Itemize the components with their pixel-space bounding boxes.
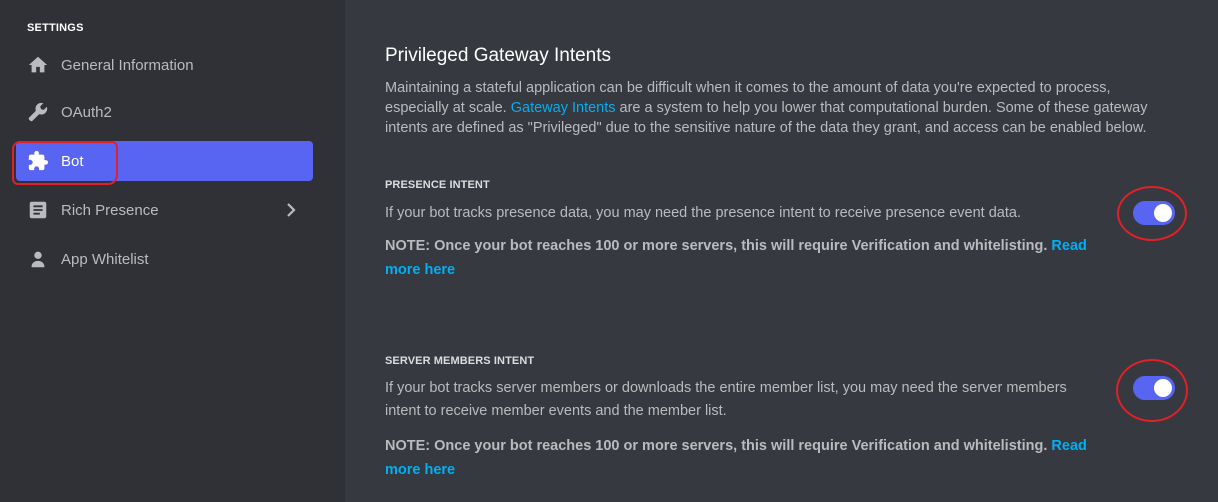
sidebar: SETTINGS General Information OAuth2 Bot …: [0, 0, 345, 502]
sidebar-item-label: General Information: [61, 56, 194, 74]
note-text: NOTE: Once your bot reaches 100 or more …: [385, 238, 1052, 254]
presence-intent-note: NOTE: Once your bot reaches 100 or more …: [385, 234, 1095, 282]
chevron-right-icon: [283, 202, 299, 218]
server-members-intent-text: If your bot tracks server members or dow…: [385, 380, 1067, 419]
document-icon: [26, 198, 50, 222]
sidebar-item-label: Rich Presence: [61, 201, 159, 219]
page-title: Privileged Gateway Intents: [385, 45, 612, 66]
home-icon: [26, 53, 50, 77]
sidebar-item-label: OAuth2: [61, 103, 112, 121]
toggle-knob: [1154, 204, 1172, 222]
sidebar-item-app-whitelist[interactable]: App Whitelist: [16, 239, 313, 279]
wrench-icon: [26, 100, 50, 124]
presence-intent-toggle[interactable]: [1133, 201, 1175, 225]
sidebar-item-bot[interactable]: Bot: [16, 141, 313, 181]
sidebar-item-label: Bot: [61, 152, 84, 170]
server-members-intent-label: SERVER MEMBERS INTENT: [385, 355, 535, 367]
sidebar-item-label: App Whitelist: [61, 250, 149, 268]
puzzle-icon: [26, 149, 50, 173]
intents-description: Maintaining a stateful application can b…: [385, 78, 1175, 138]
note-text: NOTE: Once your bot reaches 100 or more …: [385, 438, 1052, 454]
sidebar-item-oauth2[interactable]: OAuth2: [16, 92, 313, 132]
person-icon: [26, 247, 50, 271]
sidebar-heading: SETTINGS: [27, 22, 84, 34]
toggle-knob: [1154, 379, 1172, 397]
gateway-intents-link[interactable]: Gateway Intents: [511, 100, 616, 116]
server-members-intent-toggle[interactable]: [1133, 376, 1175, 400]
presence-intent-text: If your bot tracks presence data, you ma…: [385, 205, 1021, 221]
sidebar-item-rich-presence[interactable]: Rich Presence: [16, 190, 313, 230]
server-members-intent-note: NOTE: Once your bot reaches 100 or more …: [385, 434, 1095, 482]
main-content: Privileged Gateway Intents Maintaining a…: [345, 0, 1218, 502]
sidebar-item-general-information[interactable]: General Information: [16, 45, 313, 85]
presence-intent-label: PRESENCE INTENT: [385, 179, 490, 191]
